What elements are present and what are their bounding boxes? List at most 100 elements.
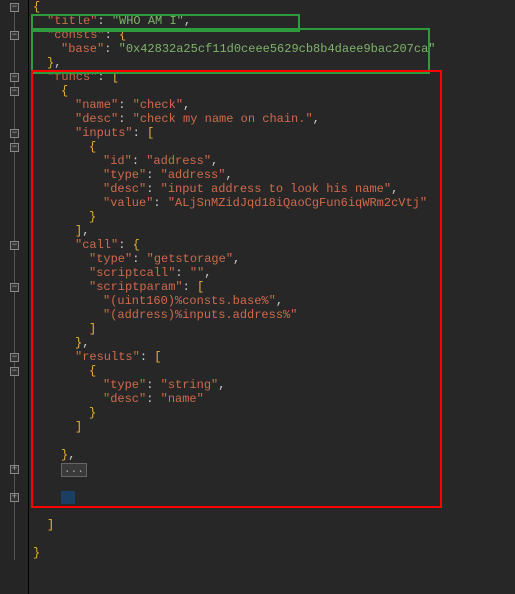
code-line[interactable]: },	[33, 336, 515, 350]
code-line[interactable]: {	[33, 140, 515, 154]
token: "input address to look his name"	[161, 182, 391, 196]
token: "check my name on chain."	[133, 112, 313, 126]
token: "address"	[146, 154, 211, 168]
code-line[interactable]: "desc": "name"	[33, 392, 515, 406]
fold-collapse-icon[interactable]: −	[10, 367, 19, 376]
token: "funcs"	[47, 70, 97, 84]
code-line[interactable]: {	[33, 364, 515, 378]
code-line[interactable]: "type": "address",	[33, 168, 515, 182]
code-line[interactable]: },	[33, 448, 515, 462]
code-line[interactable]: "results": [	[33, 350, 515, 364]
code-line[interactable]: ],	[33, 224, 515, 238]
code-line[interactable]: }	[33, 546, 515, 560]
code-line[interactable]: "call": {	[33, 238, 515, 252]
code-line[interactable]: "(uint160)%consts.base%",	[33, 294, 515, 308]
token: ,	[184, 14, 191, 28]
collapsed-region[interactable]: ...	[61, 463, 87, 477]
code-line[interactable]: "funcs": [	[33, 70, 515, 84]
code-line[interactable]: {	[33, 0, 515, 14]
code-line[interactable]: "value": "ALjSnMZidJqd18iQaoCgFun6iqWRm2…	[33, 196, 515, 210]
token: :	[97, 14, 111, 28]
fold-expand-icon[interactable]: +	[10, 465, 19, 474]
token: {	[133, 238, 140, 252]
token: "call"	[75, 238, 118, 252]
code-line[interactable]: "desc": "input address to look his name"…	[33, 182, 515, 196]
token: :	[146, 168, 160, 182]
code-line[interactable]	[33, 434, 515, 448]
code-line[interactable]: ]	[33, 322, 515, 336]
token: ,	[183, 98, 190, 112]
code-line[interactable]	[33, 490, 515, 504]
token: "results"	[75, 350, 140, 364]
fold-expand-icon[interactable]: +	[10, 493, 19, 502]
token: :	[133, 126, 147, 140]
code-line[interactable]: {	[33, 84, 515, 98]
code-line[interactable]: "desc": "check my name on chain.",	[33, 112, 515, 126]
code-line[interactable]	[33, 504, 515, 518]
code-line[interactable]: "title": "WHO AM I",	[33, 14, 515, 28]
token: {	[61, 84, 68, 98]
fold-collapse-icon[interactable]: −	[10, 353, 19, 362]
token: :	[140, 350, 154, 364]
code-line[interactable]: }	[33, 210, 515, 224]
fold-collapse-icon[interactable]: −	[10, 241, 19, 250]
token: [	[154, 350, 161, 364]
token: "scriptparam"	[89, 280, 183, 294]
token: "(uint160)%consts.base%"	[103, 294, 276, 308]
token: ,	[211, 154, 218, 168]
code-editor[interactable]: −−−−−−−−−−++ {"title": "WHO AM I","const…	[0, 0, 515, 594]
code-line[interactable]: "id": "address",	[33, 154, 515, 168]
fold-collapse-icon[interactable]: −	[10, 3, 19, 12]
code-line[interactable]: "scriptparam": [	[33, 280, 515, 294]
token: ,	[218, 378, 225, 392]
code-line[interactable]: "scriptcall": "",	[33, 266, 515, 280]
code-line[interactable]: "base": "0x42832a25cf11d0ceee5629cb8b4da…	[33, 42, 515, 56]
fold-gutter[interactable]: − − − − − − − − − − + +	[0, 0, 29, 594]
fold-collapse-icon[interactable]: −	[10, 129, 19, 138]
token: ,	[82, 336, 89, 350]
code-line[interactable]	[33, 476, 515, 490]
token: [	[112, 70, 119, 84]
token: ,	[82, 224, 89, 238]
code-line[interactable]: },	[33, 56, 515, 70]
token: ,	[313, 112, 320, 126]
code-line[interactable]: }	[33, 406, 515, 420]
fold-collapse-icon[interactable]: −	[10, 87, 19, 96]
token: "address"	[161, 168, 226, 182]
code-line[interactable]: ]	[33, 518, 515, 532]
token: ,	[276, 294, 283, 308]
code-line[interactable]: "type": "getstorage",	[33, 252, 515, 266]
fold-collapse-icon[interactable]: −	[10, 283, 19, 292]
selection-marker	[61, 491, 75, 504]
token: :	[146, 392, 160, 406]
token: "(address)%inputs.address%"	[103, 308, 297, 322]
token: "type"	[103, 378, 146, 392]
token: "title"	[47, 14, 97, 28]
token: [	[197, 280, 204, 294]
code-line[interactable]: "type": "string",	[33, 378, 515, 392]
code-line[interactable]: ]	[33, 420, 515, 434]
token: :	[104, 42, 118, 56]
token: {	[33, 0, 40, 14]
token: "scriptcall"	[89, 266, 175, 280]
token: ,	[68, 448, 75, 462]
code-line[interactable]: "(address)%inputs.address%"	[33, 308, 515, 322]
code-line[interactable]: "inputs": [	[33, 126, 515, 140]
code-line[interactable]: ...	[33, 462, 515, 476]
fold-collapse-icon[interactable]: −	[10, 143, 19, 152]
token: :	[153, 196, 167, 210]
token: ,	[233, 252, 240, 266]
code-line[interactable]: "consts": {	[33, 28, 515, 42]
fold-collapse-icon[interactable]: −	[10, 31, 19, 40]
token: }	[89, 210, 96, 224]
fold-collapse-icon[interactable]: −	[10, 73, 19, 82]
token: ]	[47, 518, 54, 532]
token: "type"	[89, 252, 132, 266]
token: "type"	[103, 168, 146, 182]
token: "0x42832a25cf11d0ceee5629cb8b4daee9bac20…	[119, 42, 436, 56]
token: "name"	[75, 98, 118, 112]
code-line[interactable]: "name": "check",	[33, 98, 515, 112]
token: "string"	[161, 378, 219, 392]
code-line[interactable]	[33, 532, 515, 546]
code-area[interactable]: {"title": "WHO AM I","consts": {"base": …	[29, 0, 515, 594]
